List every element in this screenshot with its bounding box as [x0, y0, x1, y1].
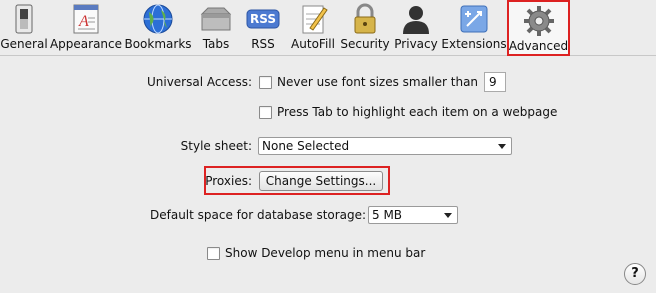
person-silhouette-icon: [403, 6, 429, 34]
develop-menu-checkbox[interactable]: [207, 246, 220, 260]
universal-access-label: Universal Access:: [146, 75, 252, 89]
tab-rss-label: RSS: [251, 37, 275, 51]
gear-icon: [523, 6, 554, 36]
tab-advanced[interactable]: Advanced: [507, 0, 570, 56]
tab-tabs[interactable]: Tabs: [200, 2, 232, 54]
font-icon: A: [73, 4, 99, 34]
tab-autofill[interactable]: AutoFill: [290, 2, 336, 54]
develop-menu-row: Show Develop menu in menu bar: [207, 242, 425, 264]
tab-bookmarks[interactable]: Bookmarks: [124, 2, 192, 54]
tabs-icon: [200, 7, 232, 31]
tab-extensions-label: Extensions: [441, 37, 507, 51]
develop-menu-label: Show Develop menu in menu bar: [225, 246, 426, 260]
min-font-checkbox[interactable]: [259, 75, 272, 89]
pencil-form-icon: [302, 5, 328, 34]
change-settings-button[interactable]: Change Settings...: [259, 171, 383, 191]
tab-privacy[interactable]: Privacy: [394, 2, 438, 54]
lock-icon: [354, 3, 376, 34]
style-sheet-value: None Selected: [262, 139, 350, 153]
min-font-size-select[interactable]: 9: [484, 72, 507, 92]
tab-rss[interactable]: RSS RSS: [245, 2, 281, 54]
chevron-down-icon: [444, 212, 452, 218]
min-font-row: Never use font sizes smaller than 9: [259, 71, 507, 93]
proxies-label: Proxies:: [205, 174, 252, 188]
db-storage-select[interactable]: 5 MB: [368, 206, 458, 224]
tab-autofill-label: AutoFill: [291, 37, 335, 51]
style-sheet-label: Style sheet:: [180, 139, 252, 153]
tab-privacy-label: Privacy: [394, 37, 438, 51]
tab-security-label: Security: [340, 37, 390, 51]
rss-badge-text: RSS: [250, 12, 276, 26]
tab-security[interactable]: Security: [340, 2, 390, 54]
tab-general-label: General: [0, 37, 48, 51]
tab-tabs-label: Tabs: [202, 37, 230, 51]
switch-icon: [15, 4, 33, 34]
tab-extensions[interactable]: Extensions: [441, 2, 507, 54]
extensions-icon: [460, 5, 488, 33]
tab-general[interactable]: General: [0, 2, 48, 54]
tab-appearance[interactable]: A Appearance: [49, 2, 123, 54]
tab-highlight-label: Press Tab to highlight each item on a we…: [277, 105, 558, 119]
db-storage-value: 5 MB: [372, 208, 403, 222]
tab-appearance-label: Appearance: [49, 37, 123, 51]
style-sheet-select[interactable]: None Selected: [258, 137, 512, 155]
tab-advanced-label: Advanced: [508, 39, 569, 53]
help-button[interactable]: ?: [624, 263, 646, 285]
min-font-label: Never use font sizes smaller than: [277, 75, 479, 89]
svg-text:A: A: [78, 13, 89, 30]
tab-highlight-checkbox[interactable]: [259, 105, 272, 119]
tab-bookmarks-label: Bookmarks: [124, 37, 192, 51]
globe-icon: [143, 4, 173, 34]
db-storage-label: Default space for database storage:: [150, 208, 367, 222]
chevron-down-icon: [498, 143, 506, 149]
tab-highlight-row: Press Tab to highlight each item on a we…: [259, 101, 557, 123]
preferences-toolbar: General A Appearance Bookmarks Tabs RSS …: [0, 0, 656, 56]
